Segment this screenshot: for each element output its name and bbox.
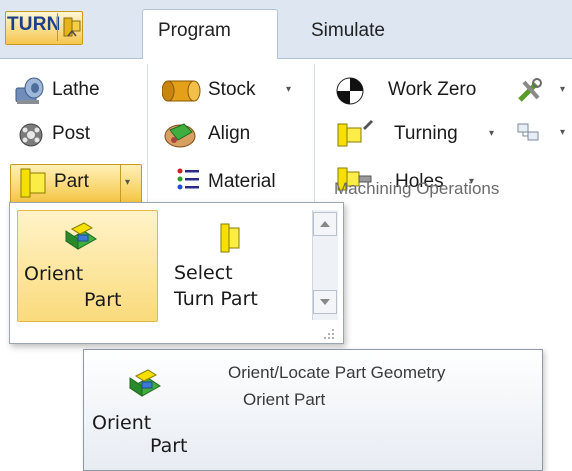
tooltip-big-line2: Part	[150, 435, 188, 457]
ribbon-separator	[147, 64, 148, 204]
stock-dropdown-arrow[interactable]: ▾	[286, 84, 291, 95]
align-icon	[164, 123, 196, 148]
align-label: Align	[208, 123, 251, 144]
align-button[interactable]: Align	[162, 118, 307, 152]
post-button[interactable]: Post	[14, 118, 132, 152]
chevron-up-icon	[320, 221, 330, 227]
stock-icon	[162, 80, 201, 102]
select-turn-part-icon	[220, 223, 240, 253]
machining-operations-group-label: Machining Operations	[334, 179, 500, 198]
stock-label: Stock	[208, 79, 256, 100]
chevron-down-icon	[320, 299, 330, 305]
lathe-button[interactable]: Lathe	[14, 74, 132, 108]
select-turn-part-line2: Turn Part	[174, 288, 258, 310]
orient-part-line2: Part	[84, 289, 122, 311]
material-icon	[177, 168, 199, 190]
tab-simulate[interactable]: Simulate	[311, 20, 385, 42]
turning-button[interactable]: Turning ▾	[335, 118, 505, 152]
work-zero-label: Work Zero	[388, 79, 477, 100]
clipboard-icon	[517, 123, 539, 141]
material-button[interactable]: Material	[162, 162, 307, 196]
orient-part-icon	[129, 369, 161, 397]
lathe-label: Lathe	[52, 79, 100, 100]
lathe-icon	[15, 77, 44, 104]
resize-grip-icon[interactable]	[322, 327, 336, 339]
turn-mode-separator	[57, 13, 58, 41]
orient-part-item[interactable]: Orient Part	[17, 210, 158, 322]
turning-dropdown-arrow[interactable]: ▾	[489, 128, 494, 139]
scroll-up-button[interactable]	[313, 212, 337, 236]
ribbon-separator	[314, 64, 315, 204]
work-zero-button[interactable]: Work Zero	[335, 74, 501, 108]
tools-icon	[518, 78, 542, 102]
stock-button[interactable]: Stock ▾	[162, 74, 307, 108]
post-label: Post	[52, 123, 91, 144]
orient-part-line1: Orient	[24, 263, 84, 285]
material-label: Material	[208, 171, 276, 192]
turning-label: Turning	[394, 123, 458, 144]
part-dropdown-arrow[interactable]: ▾	[125, 177, 130, 188]
post-icon	[19, 123, 43, 147]
tool-mode-icon[interactable]	[62, 15, 82, 39]
select-turn-part-item[interactable]: Select Turn Part	[163, 210, 302, 320]
tooltip-big-line1: Orient	[92, 412, 152, 434]
part-split-divider	[120, 164, 121, 204]
clipboard-dropdown-arrow[interactable]: ▾	[560, 127, 565, 138]
tab-strip	[0, 0, 572, 59]
orient-part-icon	[65, 222, 97, 250]
turn-mode-label: TURN	[7, 14, 61, 35]
clipboard-button[interactable]: ▾	[512, 120, 572, 150]
scroll-down-button[interactable]	[313, 290, 337, 314]
tooltip-title: Orient/Locate Part Geometry	[228, 363, 446, 382]
tools-button[interactable]: ▾	[512, 76, 572, 106]
tooltip: Orient/Locate Part Geometry Orient Part …	[83, 349, 543, 471]
part-label: Part	[54, 171, 89, 192]
tab-program-label: Program	[158, 20, 231, 41]
tools-dropdown-arrow[interactable]: ▾	[560, 84, 565, 95]
turning-icon	[337, 120, 373, 147]
work-zero-icon	[336, 77, 364, 105]
tooltip-subtitle: Orient Part	[243, 390, 326, 409]
select-turn-part-line1: Select	[174, 262, 233, 284]
part-icon	[20, 168, 46, 198]
